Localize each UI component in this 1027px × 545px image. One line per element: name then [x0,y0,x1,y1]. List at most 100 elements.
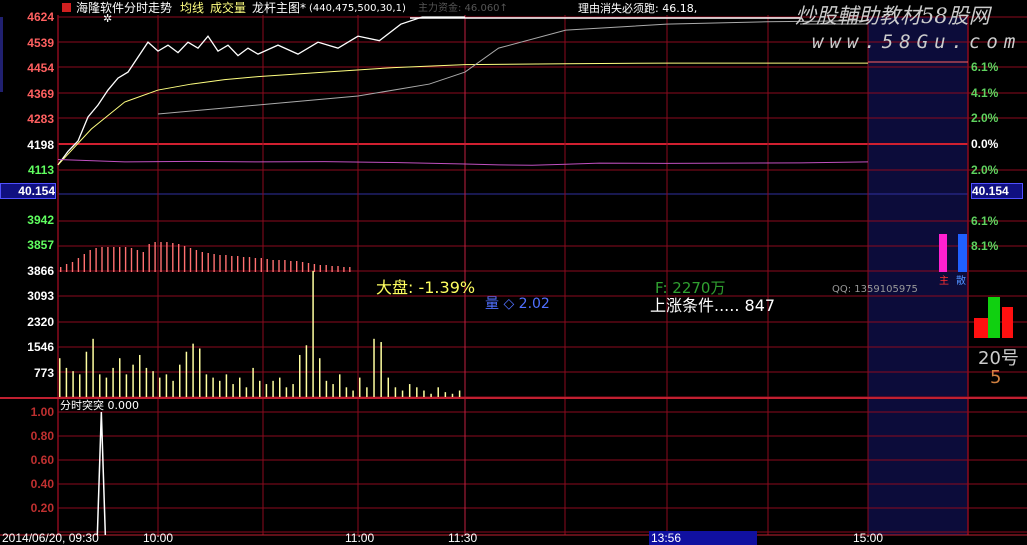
upper-bar [349,267,351,272]
upper-bar [254,258,257,272]
upper-bar [195,250,198,272]
volume-bar [430,393,432,397]
axis-label: 3866 [27,264,54,278]
main-force-bar-label: 主 [939,276,949,287]
volume-bar [112,367,114,397]
volume-bar [458,390,461,397]
upper-bar [148,244,150,272]
volume-bar [265,384,268,397]
upper-bar [237,256,239,272]
mini-bar-red [1002,307,1013,338]
series-avg [57,62,868,166]
axis-label: 2320 [27,314,54,329]
left-axis-highlight: 40.154 [0,183,56,199]
right-axis-pct: 0.0% [971,137,999,151]
upper-bar [65,264,68,272]
amount-value: F: 2270万 [655,279,726,297]
right-axis-pct: 2.0% [971,163,999,177]
upper-bar [313,264,316,272]
time-cursor[interactable]: 13:56 [649,531,757,545]
watermark-text: 炒股輔助教材58股网 [795,4,990,28]
volume-bar [245,387,248,397]
volume-bar [185,351,188,397]
axis-label: 4454 [27,61,54,75]
ma-label[interactable]: 均线 [180,1,204,15]
volume-bar [259,380,261,397]
upper-bar [119,247,121,272]
volume-bar [408,384,411,397]
axis-label: 3942 [27,213,54,227]
upper-bar [136,250,139,272]
axis-label: 0.40 [30,477,54,491]
volume-bar [359,377,361,397]
volume-bar [292,384,294,397]
upper-bar [107,247,109,272]
upper-bar [189,248,192,272]
upper-bar [219,255,221,272]
axis-label: 3093 [27,289,54,303]
axis-label: 4113 [27,163,54,177]
volume-bar [252,367,254,397]
upper-bar [242,257,245,272]
upper-bar [142,252,144,272]
volume-bar [366,387,368,397]
upper-bar [231,256,233,272]
right-axis-pct: 2.0% [971,111,999,125]
upper-bar [278,260,280,272]
upper-bar [77,258,80,272]
upper-bar [284,260,286,272]
mini-bar-green [988,297,1000,338]
right-axis-pct: 4.1% [971,86,999,100]
axis-label: 0.20 [30,501,54,515]
chart-canvas [0,15,1027,536]
volume-bar [380,342,382,397]
volume-bar [219,380,221,397]
volume-bar [79,374,81,397]
upper-bar [71,262,74,272]
mini-bar-red [974,318,988,338]
upper-bar [213,254,215,272]
volume-bar [451,393,454,397]
main-indicator-label[interactable]: 龙杆主图* [252,1,306,15]
rise-condition: 上涨条件..... 847 [650,296,776,315]
volume-bar [125,374,128,397]
volume-bar [437,387,439,397]
main-force-value: 主力资金: 46.060↑ [418,3,508,14]
volume-bar [85,351,88,397]
upper-bar [124,247,127,272]
title-icon[interactable] [62,1,71,15]
indicator-params: (440,475,500,30,1) [309,3,406,14]
upper-bar [248,257,251,272]
day-label: 20号 [978,348,1019,369]
volume-bar [59,358,61,397]
axis-label: 773 [33,365,54,380]
volume-bar [416,387,418,397]
watermark-url: www.58Gu.com [812,31,1022,53]
axis-label: 4198 [27,137,54,152]
volume-label[interactable]: 成交量 [210,1,246,15]
volume-bar [99,374,101,397]
series-purple [57,159,869,166]
upper-bar [89,250,91,272]
time-tick: 11:00 [345,531,375,545]
volume-bar [299,354,301,397]
volume-bar [352,390,354,397]
volume-bar [319,358,321,397]
volume-bar [305,345,308,397]
volume-bar [339,374,341,397]
right-axis-highlight: 40.154 [971,183,1023,199]
axis-label: 0.80 [30,429,54,443]
gear-icon[interactable]: ✲ [103,12,112,26]
upper-bar [201,252,203,272]
axis-label: 4624 [27,10,54,24]
upper-bar [95,248,97,272]
upper-bar [166,242,168,272]
axis-label: 4369 [27,86,54,101]
upper-bar [60,267,62,272]
volume-bar [394,387,397,397]
volume-bar [279,377,281,397]
volume-bar [285,387,288,397]
upper-bar [183,246,186,272]
upper-bar [343,267,345,272]
volume-bar [272,380,274,397]
